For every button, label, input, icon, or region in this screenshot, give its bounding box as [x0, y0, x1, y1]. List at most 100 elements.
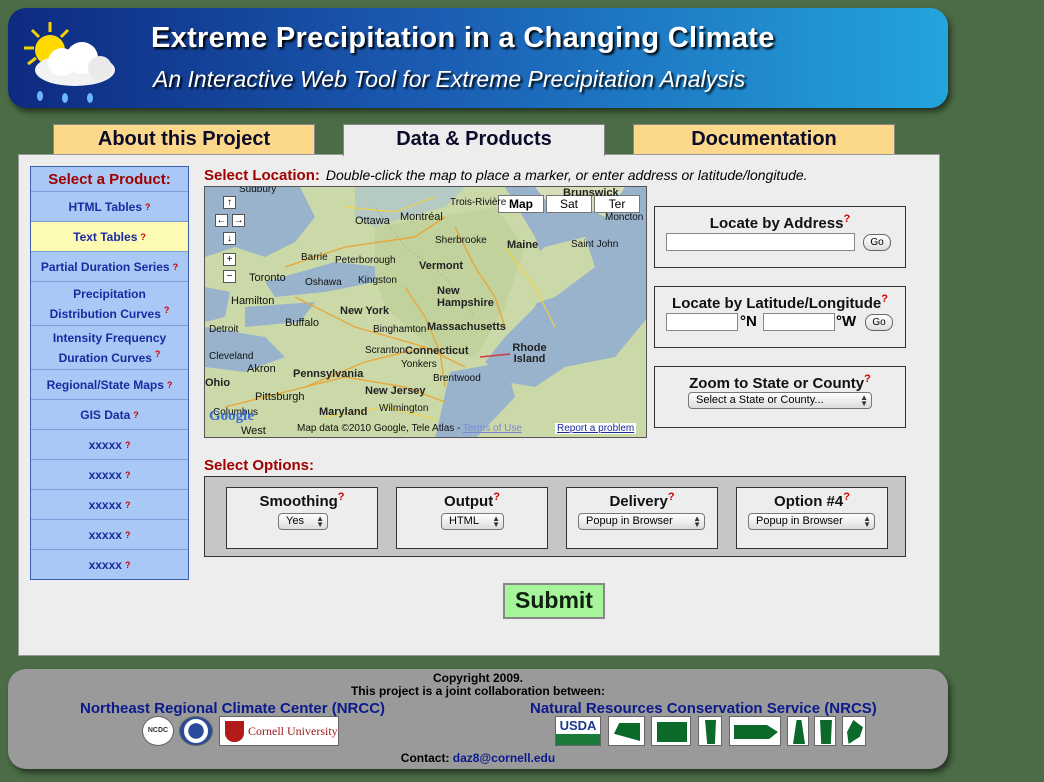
- location-instructions: Double-click the map to place a marker, …: [325, 167, 808, 183]
- submit-button[interactable]: Submit: [503, 583, 605, 619]
- contact-line: Contact: daz8@cornell.edu: [400, 751, 556, 765]
- massachusetts-icon[interactable]: [729, 716, 781, 746]
- help-icon[interactable]: ?: [125, 557, 131, 573]
- latitude-input[interactable]: [666, 313, 738, 331]
- option-4: Option #4? Popup in Browser ▲ ▼: [736, 487, 888, 549]
- map-city-label: Trois-Rivière: [450, 197, 507, 208]
- map-city-label: West: [241, 425, 266, 437]
- zoom-out-icon[interactable]: −: [223, 270, 236, 283]
- help-icon[interactable]: ?: [164, 305, 170, 315]
- map-region-label: Pennsylvania: [293, 368, 364, 380]
- map-region-label: Ohio: [205, 377, 231, 389]
- zoom-in-icon[interactable]: +: [223, 253, 236, 266]
- tab-documentation[interactable]: Documentation: [633, 124, 895, 155]
- ncdc-logo[interactable]: NCDC: [142, 716, 174, 746]
- sidebar-item-html-tables[interactable]: HTML Tables?: [31, 192, 188, 222]
- help-icon[interactable]: ?: [173, 259, 179, 275]
- contact-email-link[interactable]: daz8@cornell.edu: [453, 751, 555, 765]
- sidebar-item-text-tables[interactable]: Text Tables?: [31, 222, 188, 252]
- map-attribution: Map data ©2010 Google, Tele Atlas - Term…: [297, 423, 522, 434]
- map-city-label: Scranton: [365, 345, 406, 356]
- sidebar-item-placeholder-1[interactable]: xxxxx?: [31, 430, 188, 460]
- sidebar-item-partial-duration[interactable]: Partial Duration Series?: [31, 252, 188, 282]
- help-icon[interactable]: ?: [881, 293, 888, 305]
- pan-right-icon[interactable]: →: [232, 214, 245, 227]
- new-york-icon[interactable]: [608, 716, 645, 746]
- delivery-select[interactable]: Popup in Browser ▲ ▼: [578, 513, 705, 530]
- smoothing-select[interactable]: Yes ▲ ▼: [278, 513, 328, 530]
- help-icon[interactable]: ?: [155, 349, 161, 359]
- map-city-label: Toronto: [249, 272, 286, 284]
- map-region-label: Massachusetts: [427, 321, 506, 333]
- help-icon[interactable]: ?: [125, 497, 131, 513]
- address-go-button[interactable]: Go: [863, 234, 891, 251]
- output-select[interactable]: HTML ▲ ▼: [441, 513, 504, 530]
- collaboration-text: This project is a joint collaboration be…: [350, 684, 606, 698]
- copyright-text: Copyright 2009.: [432, 671, 524, 685]
- map-city-label: Detroit: [209, 324, 239, 335]
- option-4-select[interactable]: Popup in Browser ▲ ▼: [748, 513, 875, 530]
- map-city-label: Akron: [247, 363, 276, 375]
- cornell-logo[interactable]: Cornell University: [219, 716, 339, 746]
- map-region-label: Maryland: [319, 406, 368, 418]
- sidebar-item-placeholder-3[interactable]: xxxxx?: [31, 490, 188, 520]
- help-icon[interactable]: ?: [843, 491, 850, 503]
- sidebar-item-placeholder-5[interactable]: xxxxx?: [31, 550, 188, 580]
- zoom-state-box: Zoom to State or County? Select a State …: [654, 366, 906, 428]
- location-map[interactable]: Map Sat Ter ↑ ← → ↓ + − Sudbury Ottawa M…: [204, 186, 647, 438]
- maine-icon[interactable]: [842, 716, 866, 746]
- sidebar-item-placeholder-2[interactable]: xxxxx?: [31, 460, 188, 490]
- map-city-label: Ottawa: [355, 215, 390, 227]
- help-icon[interactable]: ?: [140, 229, 146, 245]
- pan-left-icon[interactable]: ←: [215, 214, 228, 227]
- vermont-icon[interactable]: [698, 716, 722, 746]
- address-input[interactable]: [666, 233, 855, 251]
- tab-about[interactable]: About this Project: [53, 124, 315, 155]
- product-sidebar: Select a Product: HTML Tables? Text Tabl…: [30, 166, 189, 580]
- longitude-input[interactable]: [763, 313, 835, 331]
- help-icon[interactable]: ?: [864, 373, 871, 385]
- map-city-label: Yonkers: [401, 359, 437, 370]
- usda-logo[interactable]: USDA: [555, 716, 601, 746]
- report-problem-link[interactable]: Report a problem: [555, 423, 637, 434]
- map-city-label: Kingston: [358, 275, 397, 286]
- select-arrows-icon: ▲ ▼: [316, 514, 324, 529]
- connecticut-icon[interactable]: [651, 716, 691, 746]
- noaa-logo[interactable]: [179, 716, 213, 746]
- help-icon[interactable]: ?: [145, 199, 151, 215]
- pan-up-icon[interactable]: ↑: [223, 196, 236, 209]
- locate-address-title: Locate by Address: [709, 215, 844, 232]
- map-city-label: Pittsburgh: [255, 391, 305, 403]
- new-hampshire-icon[interactable]: [787, 716, 809, 746]
- latlon-go-button[interactable]: Go: [865, 314, 893, 331]
- nrcs-link[interactable]: Natural Resources Conservation Service (…: [530, 700, 877, 717]
- vermont-state-icon[interactable]: [814, 716, 836, 746]
- state-county-select[interactable]: Select a State or County... ▲ ▼: [688, 392, 872, 409]
- help-icon[interactable]: ?: [493, 491, 500, 503]
- help-icon[interactable]: ?: [133, 407, 139, 423]
- sidebar-item-distribution-curves[interactable]: Precipitation Distribution Curves?: [31, 282, 188, 326]
- map-city-label: Brentwood: [433, 373, 481, 384]
- help-icon[interactable]: ?: [125, 467, 131, 483]
- latitude-unit: °N: [740, 313, 757, 330]
- pan-down-icon[interactable]: ↓: [223, 232, 236, 245]
- option-delivery: Delivery? Popup in Browser ▲ ▼: [566, 487, 718, 549]
- help-icon[interactable]: ?: [125, 527, 131, 543]
- sidebar-item-regional-maps[interactable]: Regional/State Maps?: [31, 370, 188, 400]
- sidebar-item-placeholder-4[interactable]: xxxxx?: [31, 520, 188, 550]
- nrcc-link[interactable]: Northeast Regional Climate Center (NRCC): [80, 700, 385, 717]
- main-panel: Select a Product: HTML Tables? Text Tabl…: [18, 154, 940, 656]
- sidebar-item-idf-curves[interactable]: Intensity Frequency Duration Curves?: [31, 326, 188, 370]
- tab-data-products[interactable]: Data & Products: [343, 124, 605, 156]
- terms-link[interactable]: Terms of Use: [463, 423, 522, 434]
- sidebar-item-gis-data[interactable]: GIS Data?: [31, 400, 188, 430]
- map-region-label: Connecticut: [405, 345, 469, 357]
- help-icon[interactable]: ?: [125, 437, 131, 453]
- locate-latlon-title: Locate by Latitude/Longitude: [672, 295, 882, 312]
- site-footer: Copyright 2009. This project is a joint …: [8, 669, 948, 769]
- map-city-label: Sherbrooke: [435, 235, 487, 246]
- help-icon[interactable]: ?: [843, 213, 850, 225]
- help-icon[interactable]: ?: [338, 491, 345, 503]
- help-icon[interactable]: ?: [668, 491, 675, 503]
- help-icon[interactable]: ?: [167, 377, 173, 393]
